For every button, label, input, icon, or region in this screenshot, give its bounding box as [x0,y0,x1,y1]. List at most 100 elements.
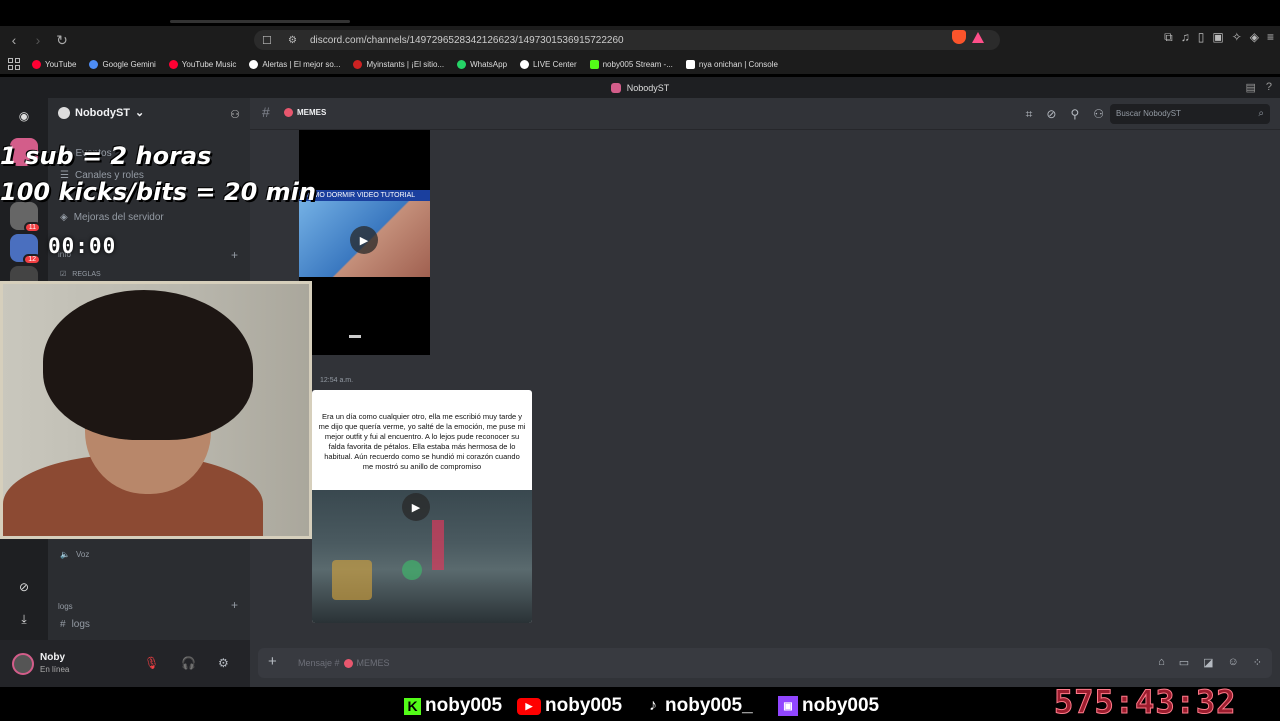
emoji-picker-icon[interactable]: ☺ [1228,656,1239,669]
speaker-icon: 🔈 [60,550,70,559]
username: Noby [40,652,65,663]
social-youtube: ▶ noby005 [517,695,622,717]
play-icon[interactable]: ▶ [350,226,378,254]
reload-icon[interactable]: ↻ [52,30,72,50]
server-mini-icon [610,82,621,93]
bookmark-youtube-music[interactable]: YouTube Music [168,59,236,69]
tab-indicator[interactable] [170,20,350,23]
discord-home-icon[interactable]: ◉ [10,102,38,130]
video-title: COMO DORMIR VIDEO TUTORIAL [299,190,430,201]
bookmark-live-center[interactable]: LIVE Center [520,59,577,69]
channel-title: MEMES [284,108,326,117]
bookmark-icon[interactable]: ☐ [262,34,278,47]
emoji-icon [343,658,353,668]
headset-icon[interactable]: 🎧 [181,656,196,670]
add-channel-icon[interactable]: + [231,248,238,262]
youtube-music-icon [168,59,178,69]
vpn-icon[interactable]: ◈ [1250,30,1259,45]
bookmark-youtube[interactable]: YouTube [32,59,76,69]
search-icon: ⌕ [1258,108,1264,119]
social-tiktok: ♪ noby005_ [645,695,753,717]
bits-rule-text: 100 kicks/bits = 20 min [0,178,316,206]
wallet-icon[interactable]: ▣ [1212,30,1223,45]
threads-icon[interactable]: ⌗ [1026,107,1033,122]
server-icon[interactable]: 11 [10,202,41,233]
channel-header: # MEMES ⌗ ⊘ ⚲ ⚇ Buscar NobodyST ⌕ [250,98,1280,130]
back-icon[interactable]: ‹ [4,30,24,50]
bookmark-alertas[interactable]: Alertas | El mejor so... [249,59,340,69]
voice-channel[interactable]: 🔈 Voz [60,550,89,559]
user-status: En línea [40,665,70,674]
video-thumbnail[interactable]: COMO DORMIR VIDEO TUTORIAL ▶ [299,190,430,277]
address-bar[interactable]: ☐ ⚙ discord.com/channels/149729652834212… [254,30,1000,50]
add-channel-icon[interactable]: + [231,598,238,612]
sub-rule-text: 1 sub = 2 horas [0,142,212,170]
subathon-timer: 575:43:32 [1053,683,1237,721]
bookmark-console[interactable]: nya onichan | Console [685,59,778,69]
bookmark-gemini[interactable]: Google Gemini [89,59,156,69]
menu-icon[interactable]: ≡ [1267,30,1274,45]
server-header[interactable]: NobodyST ⌄ [58,106,144,119]
message-composer[interactable]: + Mensaje # MEMES ⌂ ▭ ◪ ☺ ⁘ [258,648,1272,678]
brave-shield-icon[interactable] [952,30,966,44]
hashtag-icon: # [262,104,270,120]
hashtag-icon: # [60,619,66,630]
webcam-overlay [0,281,312,539]
brave-rewards-icon[interactable] [972,31,984,43]
avatar[interactable] [12,653,34,675]
channel-rules[interactable]: ☑ REGLAS [60,270,101,279]
play-icon[interactable]: ▶ [402,493,430,521]
mention-badge: 12 [23,254,41,265]
mute-icon[interactable]: 🎙 [144,656,159,670]
composer-placeholder: Mensaje # MEMES [298,658,390,668]
media-icon[interactable]: ♫ [1181,30,1190,45]
server-icon [58,106,70,119]
console-icon [685,59,695,69]
pin-icon[interactable]: ⚲ [1070,107,1079,122]
channel-logs[interactable]: # logs [60,619,90,630]
search-input[interactable]: Buscar NobodyST ⌕ [1110,104,1270,124]
invite-icon[interactable]: ⚇ [230,108,240,121]
members-icon[interactable]: ⚇ [1093,107,1104,122]
forward-icon[interactable]: › [28,30,48,50]
apps-grid-icon[interactable] [8,58,20,70]
tiktok-icon: ♪ [649,697,657,714]
gemini-icon [89,59,99,69]
notification-off-icon[interactable]: ⊘ [1046,107,1056,122]
url-text[interactable]: discord.com/channels/1497296528342126623… [310,35,624,46]
help-icon[interactable]: ? [1266,81,1272,94]
apps-icon[interactable]: ⁘ [1253,656,1262,669]
boosts-item[interactable]: ◈ Mejoras del servidor [60,212,164,223]
extensions-icon[interactable]: ⧉ [1164,30,1173,45]
window-title: NobodyST [626,82,670,93]
video-control [349,335,361,338]
kick-icon [589,59,599,69]
sticker-icon[interactable]: ◪ [1203,656,1213,669]
site-settings-icon[interactable]: ⚙ [288,35,306,46]
inbox-icon[interactable]: ▤ [1245,81,1255,94]
category-logs[interactable]: logs [58,602,73,611]
bookmarks-bar: YouTube Google Gemini YouTube Music Aler… [0,54,1280,74]
sidebar-icon[interactable]: ▯ [1198,30,1205,45]
tiktok-icon [520,59,530,69]
add-attachment-icon[interactable]: + [268,653,277,670]
message-timestamp: 12:54 a.m. [320,377,354,384]
gif-icon[interactable]: ▭ [1179,656,1189,669]
server-icon[interactable]: 12 [10,234,41,265]
gift-icon[interactable]: ⌂ [1158,656,1165,669]
youtube-icon: ▶ [517,697,541,715]
youtube-icon [32,59,41,69]
leo-icon[interactable]: ✧ [1232,30,1242,45]
rules-icon: ☑ [60,271,67,278]
myinstants-icon [353,59,363,69]
settings-icon[interactable]: ⚙ [218,656,229,670]
chevron-down-icon: ⌄ [135,107,145,119]
download-icon[interactable]: ⤓ [10,605,38,633]
video-attachment[interactable]: Era un día como cualquier otro, ella me … [312,390,532,623]
alertas-icon [249,59,259,69]
bookmark-whatsapp[interactable]: WhatsApp [457,59,507,69]
discover-icon[interactable]: ⊘ [10,573,38,601]
boost-icon: ◈ [60,212,68,223]
bookmark-myinstants[interactable]: Myinstants | ¡El sitio... [353,59,444,69]
bookmark-kick-stream[interactable]: noby005 Stream -... [589,59,673,69]
